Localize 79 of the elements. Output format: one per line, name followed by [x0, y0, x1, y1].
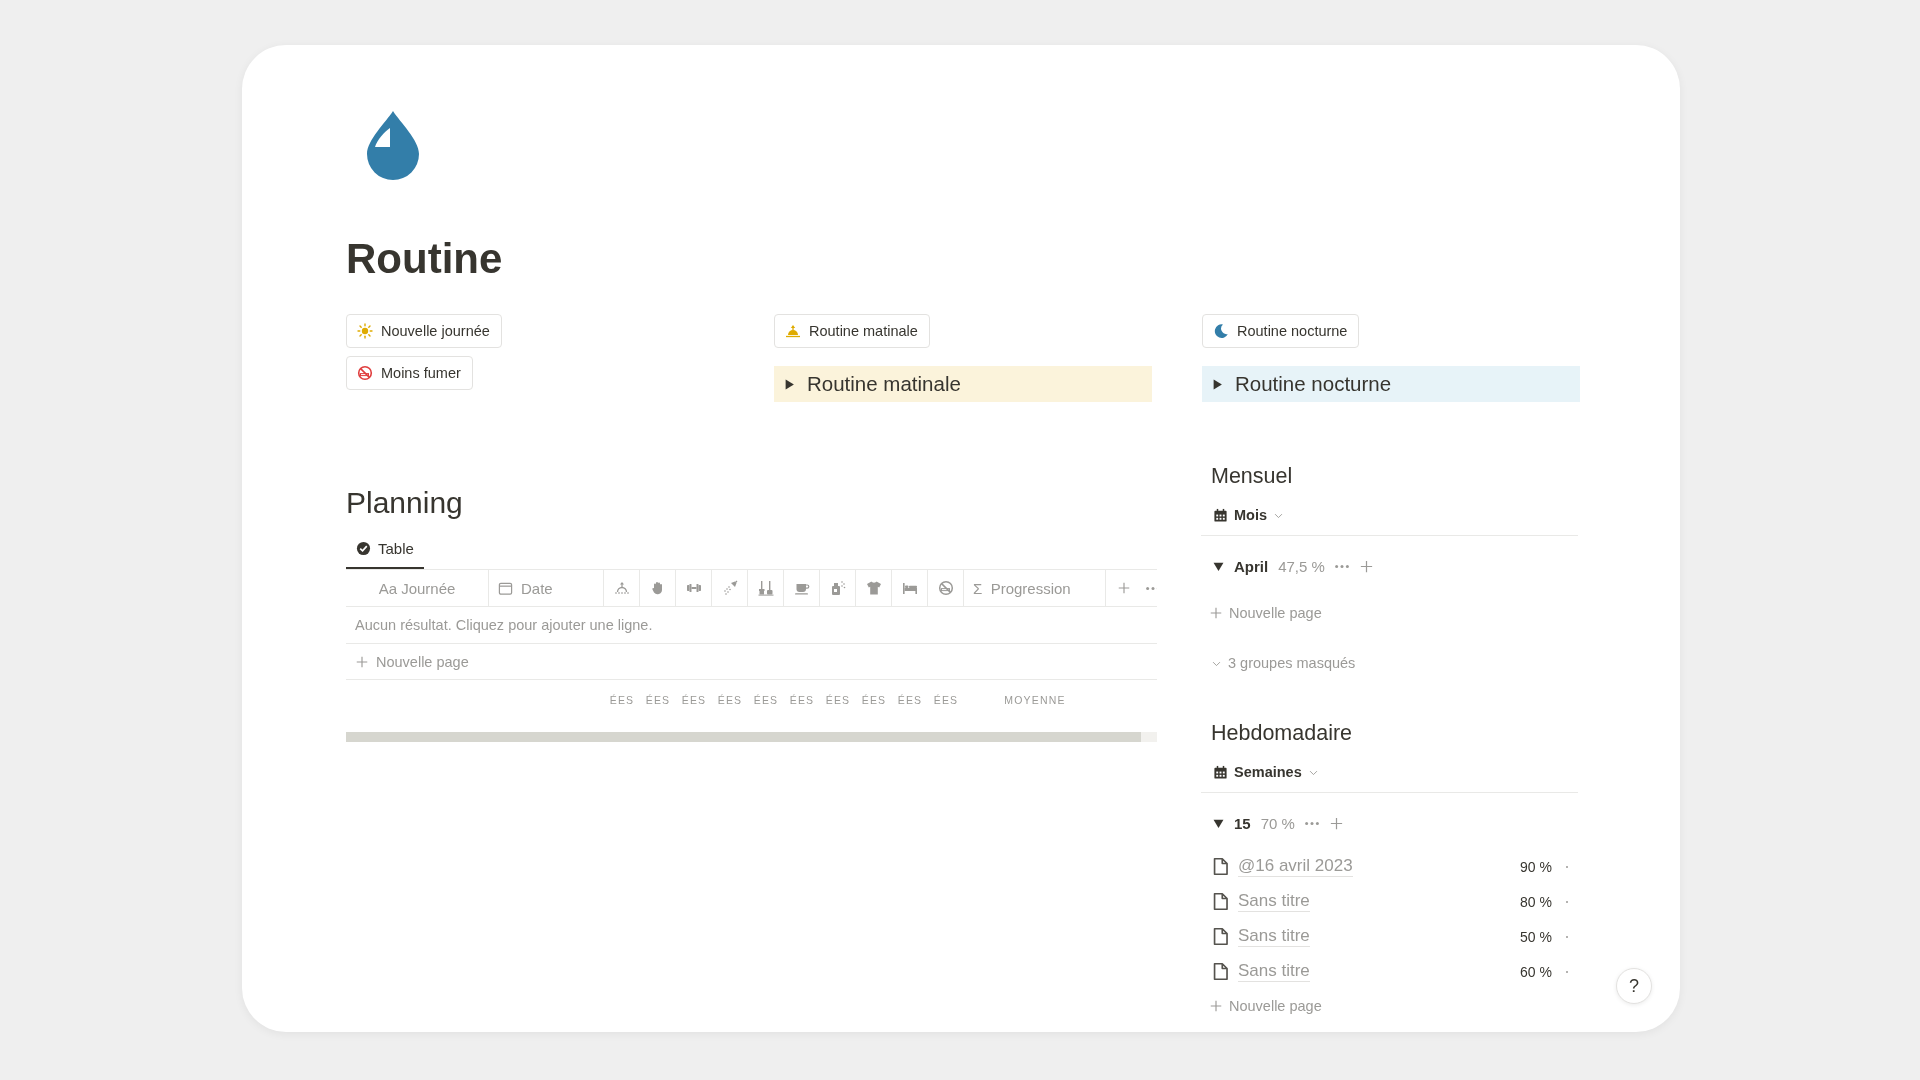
page-link[interactable]: @16 avril 2023 — [1238, 856, 1353, 878]
calculation-label[interactable]: ÉES — [717, 694, 743, 707]
water-drop-icon — [366, 110, 420, 180]
calculation-label[interactable]: ÉES — [933, 694, 959, 707]
calculation-label[interactable]: ÉES — [645, 694, 671, 707]
calculation-label[interactable]: ÉES — [681, 694, 707, 707]
empty-message[interactable]: Aucun résultat. Cliquez pour ajouter une ligne. — [346, 607, 1157, 645]
bed-icon — [901, 580, 918, 597]
calculation-label[interactable]: ÉES — [861, 694, 887, 707]
group-value: 70 % — [1260, 815, 1295, 833]
column-header[interactable]: Aa Journée — [346, 570, 489, 607]
group-label: April — [1234, 558, 1269, 576]
triangle-down-icon[interactable] — [1213, 561, 1224, 573]
column-header[interactable]: Σ Progression — [964, 570, 1106, 607]
plus-icon — [1209, 999, 1223, 1014]
no-smoking-icon — [357, 365, 373, 382]
page-icon — [1211, 857, 1230, 877]
action-button[interactable]: Routine nocturne — [1202, 314, 1360, 349]
action-button[interactable]: Nouvelle journée — [346, 314, 502, 349]
plus-icon — [1209, 606, 1223, 621]
page-icon — [1211, 927, 1230, 947]
view-selector[interactable]: Mois — [1209, 503, 1289, 528]
section-title: Planning — [346, 486, 464, 521]
percentage: 50 % — [1520, 928, 1552, 945]
action-button[interactable]: Moins fumer — [346, 356, 473, 391]
calculation-label[interactable]: ÉES — [897, 694, 923, 707]
more-icon — [1304, 822, 1319, 826]
plus-icon — [1117, 581, 1131, 596]
toggle-title: Routine nocturne — [1235, 372, 1392, 397]
percentage: 90 % — [1520, 858, 1552, 875]
spray-icon — [829, 580, 846, 597]
column-header[interactable]: Date — [521, 579, 553, 597]
section-title: Hebdomadaire — [1211, 721, 1354, 747]
more-icon — [1146, 586, 1157, 590]
calculation-label[interactable]: ÉES — [825, 694, 851, 707]
calendar-icon — [1213, 764, 1228, 780]
new-page-button[interactable]: Nouvelle page — [346, 644, 1157, 681]
view-tab[interactable]: Table — [346, 532, 424, 570]
action-button[interactable]: Routine matinale — [774, 314, 930, 349]
more-icon — [1334, 565, 1349, 569]
new-page-button[interactable]: Nouvelle page — [1205, 601, 1326, 626]
triangle-down-icon[interactable] — [1213, 818, 1224, 830]
new-page-button[interactable]: Nouvelle page — [1205, 994, 1326, 1019]
check-circle-icon — [356, 541, 371, 557]
section-title: Mensuel — [1211, 464, 1294, 490]
page-title: Routine — [346, 234, 504, 284]
page-link[interactable]: Sans titre — [1238, 961, 1310, 983]
help-button[interactable]: ? — [1616, 968, 1652, 1004]
page-icon — [1211, 962, 1230, 982]
page-link[interactable]: Sans titre — [1238, 926, 1310, 948]
triangle-right-icon[interactable] — [1212, 378, 1223, 390]
hidden-groups-toggle[interactable]: 3 groupes masqués — [1207, 651, 1360, 676]
percentage: 60 % — [1520, 963, 1552, 980]
plus-icon — [355, 654, 369, 669]
calendar-icon — [1213, 507, 1228, 523]
shower-icon — [721, 580, 738, 597]
calculation-label[interactable]: ÉES — [609, 694, 635, 707]
plus-icon — [1358, 559, 1374, 575]
calendar-icon — [498, 580, 513, 596]
view-selector[interactable]: Semaines — [1209, 760, 1323, 785]
toggle-block[interactable]: Routine nocturne — [1202, 366, 1580, 403]
page-link[interactable]: Sans titre — [1238, 891, 1310, 913]
toggle-block[interactable]: Routine matinale — [774, 366, 1152, 403]
shirt-icon — [865, 580, 882, 597]
moon-icon — [1213, 323, 1229, 340]
scrollbar[interactable] — [346, 732, 1157, 743]
calculation-label[interactable]: MOYENNE — [1004, 694, 1066, 707]
triangle-right-icon[interactable] — [784, 378, 795, 390]
plus-icon — [1328, 816, 1344, 832]
group-value: 47,5 % — [1278, 558, 1325, 576]
calculation-label[interactable]: ÉES — [789, 694, 815, 707]
toggle-title: Routine matinale — [807, 372, 961, 397]
percentage: 80 % — [1520, 893, 1552, 910]
group-label: 15 — [1234, 815, 1251, 833]
no-smoking-icon — [937, 580, 954, 597]
page-icon — [1211, 892, 1230, 912]
sun-icon — [357, 323, 373, 340]
calculation-label[interactable]: ÉES — [753, 694, 779, 707]
brush-icon — [757, 580, 774, 597]
